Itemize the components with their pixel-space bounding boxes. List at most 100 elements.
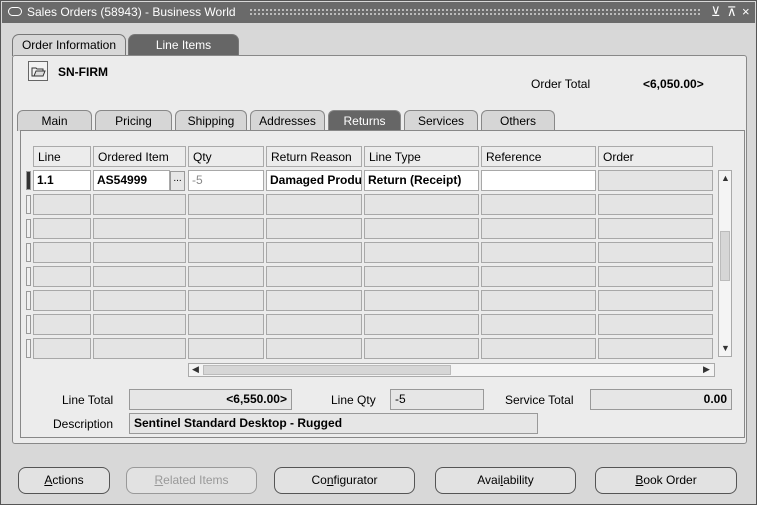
table-cell-empty[interactable]: [188, 266, 264, 287]
minimize-icon[interactable]: ⊻: [711, 4, 721, 20]
row-selector[interactable]: [26, 339, 31, 358]
configurator-button[interactable]: Configurator: [274, 467, 415, 494]
table-cell-empty[interactable]: [93, 338, 186, 359]
row-selector[interactable]: [26, 243, 31, 262]
subtab-services[interactable]: Services: [404, 110, 478, 131]
scroll-right-icon[interactable]: ▶: [703, 364, 710, 375]
service-total-field[interactable]: 0.00: [590, 389, 732, 410]
row-selector[interactable]: [26, 219, 31, 238]
availability-button[interactable]: Availability: [435, 467, 576, 494]
scroll-left-icon[interactable]: ◀: [192, 364, 199, 375]
description-field[interactable]: Sentinel Standard Desktop - Rugged: [129, 413, 538, 434]
table-cell-empty[interactable]: [266, 338, 362, 359]
title-bar[interactable]: Sales Orders (58943) - Business World ⊻ …: [2, 2, 755, 23]
table-cell-empty[interactable]: [266, 242, 362, 263]
column-header-line-type[interactable]: Line Type: [364, 146, 479, 167]
table-cell-empty[interactable]: [188, 290, 264, 311]
table-cell-empty[interactable]: [188, 338, 264, 359]
table-cell-empty[interactable]: [598, 242, 713, 263]
table-cell-empty[interactable]: [481, 242, 596, 263]
table-cell-empty[interactable]: [481, 314, 596, 335]
table-cell-empty[interactable]: [598, 314, 713, 335]
table-cell-empty[interactable]: [33, 242, 91, 263]
column-header-qty[interactable]: Qty: [188, 146, 264, 167]
column-header-ordered-item[interactable]: Ordered Item: [93, 146, 186, 167]
horizontal-scrollbar[interactable]: ◀ ▶: [188, 363, 715, 377]
row-selector[interactable]: [26, 195, 31, 214]
row-selector[interactable]: [26, 315, 31, 334]
table-cell-empty[interactable]: [364, 194, 479, 215]
table-cell-empty[interactable]: [93, 290, 186, 311]
ordered-item-lov-button[interactable]: ...: [170, 171, 185, 191]
table-cell-empty[interactable]: [364, 338, 479, 359]
table-cell-empty[interactable]: [93, 314, 186, 335]
table-cell-empty[interactable]: [266, 218, 362, 239]
subtab-main[interactable]: Main: [17, 110, 92, 131]
table-cell-empty[interactable]: [93, 266, 186, 287]
vertical-scroll-thumb[interactable]: [720, 231, 730, 281]
table-cell-empty[interactable]: [93, 194, 186, 215]
table-cell-empty[interactable]: [598, 266, 713, 287]
vertical-scrollbar[interactable]: ▲ ▼: [718, 170, 732, 357]
maximize-icon[interactable]: ⊼: [727, 4, 737, 20]
book-order-button[interactable]: Book Order: [595, 467, 737, 494]
row-selector[interactable]: [26, 291, 31, 310]
cell-return-reason[interactable]: Damaged Product: [266, 170, 362, 191]
line-qty-field[interactable]: -5: [390, 389, 484, 410]
table-cell-empty[interactable]: [364, 314, 479, 335]
column-header-line[interactable]: Line: [33, 146, 91, 167]
table-cell-empty[interactable]: [598, 218, 713, 239]
folder-open-icon[interactable]: [28, 61, 48, 81]
horizontal-scroll-thumb[interactable]: [203, 365, 451, 375]
subtab-addresses[interactable]: Addresses: [250, 110, 325, 131]
cell-ordered-item[interactable]: AS54999: [93, 170, 170, 191]
cell-line-type[interactable]: Return (Receipt): [364, 170, 479, 191]
table-cell-empty[interactable]: [93, 218, 186, 239]
table-cell-empty[interactable]: [33, 194, 91, 215]
table-cell-empty[interactable]: [364, 266, 479, 287]
subtab-pricing[interactable]: Pricing: [95, 110, 172, 131]
scroll-down-icon[interactable]: ▼: [721, 343, 730, 353]
table-cell-empty[interactable]: [33, 266, 91, 287]
table-cell-empty[interactable]: [481, 266, 596, 287]
table-cell-empty[interactable]: [33, 314, 91, 335]
table-cell-empty[interactable]: [481, 290, 596, 311]
table-cell-empty[interactable]: [481, 338, 596, 359]
tab-line-items[interactable]: Line Items: [128, 34, 239, 56]
column-header-return-reason[interactable]: Return Reason: [266, 146, 362, 167]
table-cell-empty[interactable]: [598, 194, 713, 215]
table-cell-empty[interactable]: [364, 242, 479, 263]
table-cell-empty[interactable]: [364, 218, 479, 239]
table-cell-empty[interactable]: [481, 194, 596, 215]
column-header-reference[interactable]: Reference: [481, 146, 596, 167]
table-cell-empty[interactable]: [188, 218, 264, 239]
row-selector-current[interactable]: [26, 171, 31, 190]
row-selector[interactable]: [26, 267, 31, 286]
cell-line[interactable]: 1.1: [33, 170, 91, 191]
table-cell-empty[interactable]: [266, 194, 362, 215]
table-cell-empty[interactable]: [188, 314, 264, 335]
actions-button[interactable]: Actions: [18, 467, 110, 494]
line-total-field[interactable]: <6,550.00>: [129, 389, 292, 410]
column-header-order[interactable]: Order: [598, 146, 713, 167]
cell-reference[interactable]: [481, 170, 596, 191]
tab-order-information[interactable]: Order Information: [12, 34, 126, 56]
table-cell-empty[interactable]: [33, 290, 91, 311]
table-cell-empty[interactable]: [188, 242, 264, 263]
subtab-shipping[interactable]: Shipping: [175, 110, 247, 131]
subtab-others[interactable]: Others: [481, 110, 555, 131]
window-menu-icon[interactable]: [8, 7, 22, 16]
table-cell-empty[interactable]: [481, 218, 596, 239]
table-cell-empty[interactable]: [364, 290, 479, 311]
table-cell-empty[interactable]: [598, 290, 713, 311]
table-cell-empty[interactable]: [266, 266, 362, 287]
table-cell-empty[interactable]: [33, 218, 91, 239]
table-cell-empty[interactable]: [266, 290, 362, 311]
table-cell-empty[interactable]: [93, 242, 186, 263]
table-cell-empty[interactable]: [33, 338, 91, 359]
subtab-returns[interactable]: Returns: [328, 110, 401, 131]
cell-qty[interactable]: -5: [188, 170, 264, 191]
table-cell-empty[interactable]: [266, 314, 362, 335]
table-cell-empty[interactable]: [598, 338, 713, 359]
cell-order[interactable]: [598, 170, 713, 191]
